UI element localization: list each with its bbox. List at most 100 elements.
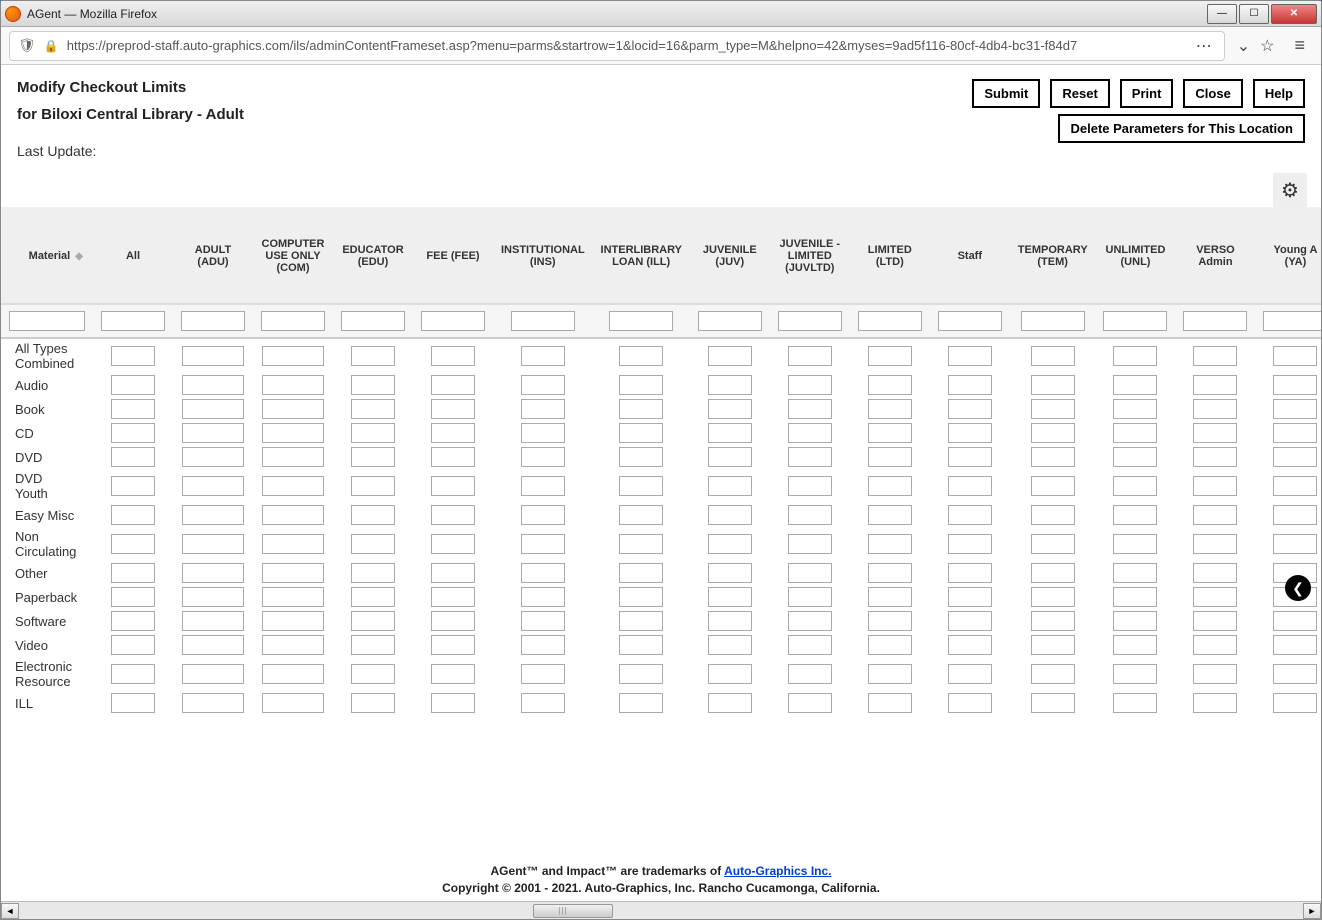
col-header[interactable]: Material ◆ xyxy=(1,208,93,304)
limit-input[interactable] xyxy=(619,476,663,496)
limit-input[interactable] xyxy=(1273,534,1317,554)
limit-input[interactable] xyxy=(182,447,244,467)
limit-input[interactable] xyxy=(1193,476,1237,496)
limit-input[interactable] xyxy=(1113,346,1157,366)
gear-icon[interactable]: ⚙ xyxy=(1273,173,1307,207)
limit-input[interactable] xyxy=(619,563,663,583)
limit-input[interactable] xyxy=(1113,399,1157,419)
ellipsis-icon[interactable]: ⋯ xyxy=(1192,32,1216,60)
limit-input[interactable] xyxy=(619,693,663,713)
limit-input[interactable] xyxy=(351,693,395,713)
limit-input[interactable] xyxy=(948,375,992,395)
filter-input[interactable] xyxy=(261,311,325,331)
limit-input[interactable] xyxy=(708,423,752,443)
limit-input[interactable] xyxy=(708,693,752,713)
limit-input[interactable] xyxy=(431,375,475,395)
limit-input[interactable] xyxy=(1113,375,1157,395)
limit-input[interactable] xyxy=(1193,423,1237,443)
limit-input[interactable] xyxy=(708,534,752,554)
limit-input[interactable] xyxy=(351,346,395,366)
limit-input[interactable] xyxy=(948,476,992,496)
limit-input[interactable] xyxy=(868,476,912,496)
col-header[interactable]: UNLIMITED (UNL) xyxy=(1095,208,1175,304)
limit-input[interactable] xyxy=(619,505,663,525)
limit-input[interactable] xyxy=(788,399,832,419)
limit-input[interactable] xyxy=(619,447,663,467)
limit-input[interactable] xyxy=(948,611,992,631)
limit-input[interactable] xyxy=(868,693,912,713)
limit-input[interactable] xyxy=(868,447,912,467)
filter-input[interactable] xyxy=(1021,311,1085,331)
window-close-button[interactable]: ✕ xyxy=(1271,4,1317,24)
limit-input[interactable] xyxy=(351,563,395,583)
limit-input[interactable] xyxy=(351,611,395,631)
limit-input[interactable] xyxy=(351,476,395,496)
horizontal-scrollbar[interactable]: ◄ ||| ► xyxy=(1,901,1321,919)
limit-input[interactable] xyxy=(1273,476,1317,496)
limit-input[interactable] xyxy=(708,505,752,525)
limit-input[interactable] xyxy=(1113,611,1157,631)
col-header[interactable]: JUVENILE - LIMITED (JUVLTD) xyxy=(770,208,850,304)
limit-input[interactable] xyxy=(1193,664,1237,684)
limit-input[interactable] xyxy=(708,399,752,419)
grid-scroll[interactable]: Material ◆AllADULT (ADU)COMPUTER USE ONL… xyxy=(1,207,1321,857)
limit-input[interactable] xyxy=(521,611,565,631)
col-header[interactable]: VERSO Admin xyxy=(1175,208,1255,304)
limit-input[interactable] xyxy=(1273,375,1317,395)
limit-input[interactable] xyxy=(111,611,155,631)
limit-input[interactable] xyxy=(521,664,565,684)
limit-input[interactable] xyxy=(351,399,395,419)
limit-input[interactable] xyxy=(182,423,244,443)
filter-input[interactable] xyxy=(1263,311,1321,331)
limit-input[interactable] xyxy=(1113,635,1157,655)
limit-input[interactable] xyxy=(948,447,992,467)
limit-input[interactable] xyxy=(788,423,832,443)
limit-input[interactable] xyxy=(521,375,565,395)
limit-input[interactable] xyxy=(521,693,565,713)
limit-input[interactable] xyxy=(708,346,752,366)
limit-input[interactable] xyxy=(619,399,663,419)
limit-input[interactable] xyxy=(868,534,912,554)
limit-input[interactable] xyxy=(868,587,912,607)
limit-input[interactable] xyxy=(111,346,155,366)
filter-input[interactable] xyxy=(1183,311,1247,331)
limit-input[interactable] xyxy=(521,423,565,443)
limit-input[interactable] xyxy=(182,505,244,525)
limit-input[interactable] xyxy=(1031,563,1075,583)
limit-input[interactable] xyxy=(521,534,565,554)
limit-input[interactable] xyxy=(1273,664,1317,684)
limit-input[interactable] xyxy=(111,563,155,583)
limit-input[interactable] xyxy=(1031,399,1075,419)
limit-input[interactable] xyxy=(948,346,992,366)
limit-input[interactable] xyxy=(262,563,324,583)
limit-input[interactable] xyxy=(351,587,395,607)
filter-input[interactable] xyxy=(1103,311,1167,331)
limit-input[interactable] xyxy=(1193,399,1237,419)
limit-input[interactable] xyxy=(788,346,832,366)
limit-input[interactable] xyxy=(262,399,324,419)
col-header[interactable]: Young A (YA) xyxy=(1255,208,1321,304)
limit-input[interactable] xyxy=(521,447,565,467)
limit-input[interactable] xyxy=(788,375,832,395)
limit-input[interactable] xyxy=(948,635,992,655)
limit-input[interactable] xyxy=(868,563,912,583)
limit-input[interactable] xyxy=(111,423,155,443)
limit-input[interactable] xyxy=(431,664,475,684)
limit-input[interactable] xyxy=(111,587,155,607)
limit-input[interactable] xyxy=(1113,587,1157,607)
reset-button[interactable]: Reset xyxy=(1050,79,1109,108)
limit-input[interactable] xyxy=(111,693,155,713)
limit-input[interactable] xyxy=(431,635,475,655)
limit-input[interactable] xyxy=(182,611,244,631)
limit-input[interactable] xyxy=(619,611,663,631)
col-header[interactable]: FEE (FEE) xyxy=(413,208,493,304)
limit-input[interactable] xyxy=(868,375,912,395)
col-header[interactable]: LIMITED (LTD) xyxy=(850,208,930,304)
limit-input[interactable] xyxy=(948,505,992,525)
limit-input[interactable] xyxy=(708,635,752,655)
filter-input[interactable] xyxy=(181,311,245,331)
limit-input[interactable] xyxy=(948,587,992,607)
col-header[interactable]: EDUCATOR (EDU) xyxy=(333,208,413,304)
limit-input[interactable] xyxy=(431,611,475,631)
scrollbar-track[interactable]: ||| xyxy=(19,903,1303,919)
